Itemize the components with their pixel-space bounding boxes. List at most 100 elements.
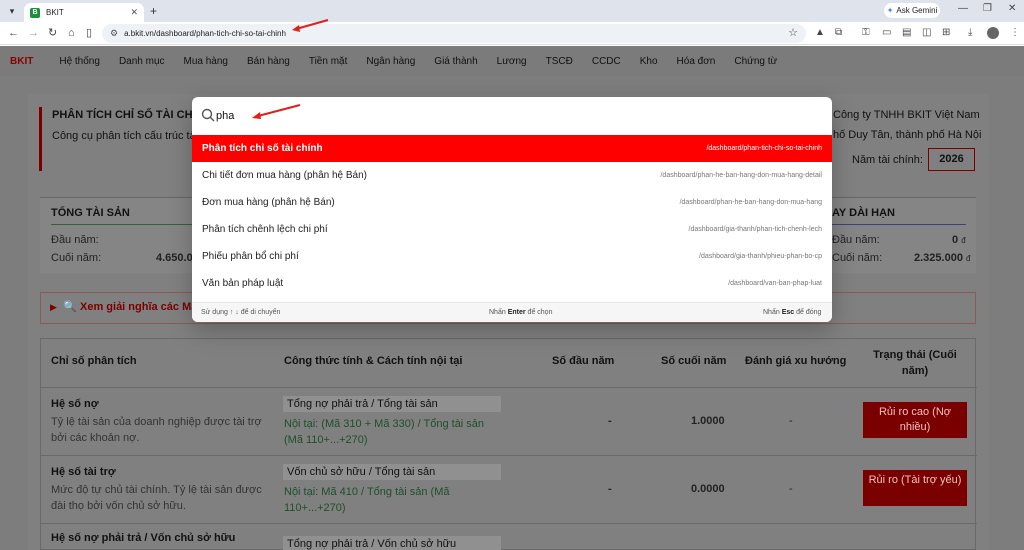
closing-value: 0.0000 (691, 483, 725, 495)
browser-tab-bar: ▾ B BKIT ✕ + ✦ Ask Gemini — ❐ ✕ (0, 0, 1024, 22)
esc-key: Esc (781, 309, 795, 316)
card-icon[interactable]: ▭ (882, 27, 891, 39)
reader-icon[interactable]: ▤ (902, 27, 911, 39)
palette-search-input[interactable] (216, 106, 816, 126)
nav-item-chung-tu[interactable]: Chứng từ (734, 56, 777, 67)
footer-esc-pre: Nhấn (763, 309, 780, 316)
home-icon[interactable]: ⌂ (68, 26, 75, 40)
currency-label: đ (961, 236, 966, 245)
result-label: Đơn mua hàng (phân hệ Bán) (202, 197, 335, 208)
header-accent-bar (39, 107, 42, 171)
nav-item-tien-mat[interactable]: Tiền mặt (309, 56, 348, 67)
restore-icon[interactable]: ❐ (983, 3, 992, 14)
palette-results-list: Phân tích chỉ số tài chính /dashboard/ph… (192, 135, 832, 297)
formula-text: Vốn chủ sở hữu / Tổng tài sản (283, 464, 501, 480)
closing-label: Cuối năm: (832, 252, 883, 264)
nav-item-ban-hang[interactable]: Bán hàng (247, 56, 290, 67)
fiscal-year-label: Năm tài chính: (852, 154, 923, 166)
formula-inner: Nội tại: (Mã 310 + Mã 330) / Tổng tài sả… (284, 418, 485, 446)
browser-menu-icon[interactable]: ⋮ (1010, 27, 1020, 39)
result-path: /dashboard/gia-thanh/phieu-phan-bo-cp (699, 253, 822, 260)
download-icon[interactable]: ⤓ (968, 27, 972, 39)
page-title: PHÂN TÍCH CHỈ SỐ TÀI CHÍ (52, 109, 196, 121)
currency-label: đ (966, 254, 971, 263)
result-label: Phiếu phân bổ chi phí (202, 251, 299, 262)
url-annotation-arrow-icon (292, 19, 329, 32)
palette-result-item[interactable]: Phiếu phân bổ chi phí /dashboard/gia-tha… (192, 243, 832, 270)
nav-item-ngan-hang[interactable]: Ngân hàng (366, 56, 415, 67)
nav-item-tscd[interactable]: TSCĐ (546, 56, 573, 67)
col-header-trend: Đánh giá xu hướng (745, 355, 847, 367)
bookmark-star-icon[interactable]: ☆ (788, 26, 798, 39)
ask-gemini-button[interactable]: ✦ Ask Gemini (884, 3, 940, 18)
new-tab-icon[interactable]: + (150, 4, 157, 18)
result-path: /dashboard/gia-thanh/phan-tich-chenh-lec… (688, 226, 822, 233)
sidebar-icon[interactable]: ▯ (86, 26, 92, 40)
opening-label: Đầu năm: (51, 234, 99, 246)
col-header-status: Trạng thái (Cuối năm) (873, 349, 957, 377)
fiscal-year-input[interactable]: 2026 (928, 148, 975, 171)
address-bar[interactable]: ⚙ a.bkit.vn/dashboard/phan-tich-chi-so-t… (102, 24, 806, 43)
extensions-puzzle-icon[interactable]: ⧉ (835, 27, 842, 39)
gemini-icon: ✦ (886, 6, 894, 15)
long-term-closing-number: 2.325.000 (914, 252, 963, 264)
ratio-name: Hệ số nợ (51, 398, 99, 410)
opening-value: - (608, 483, 612, 495)
col-header-formula: Công thức tính & Cách tính nội tại (284, 355, 463, 367)
close-window-icon[interactable]: ✕ (1008, 3, 1016, 14)
total-assets-title: TỔNG TÀI SẢN (51, 207, 130, 219)
result-label: Phân tích chênh lệch chi phí (202, 224, 328, 235)
nav-item-ccdc[interactable]: CCDC (592, 56, 621, 67)
palette-result-item[interactable]: Phân tích chỉ số tài chính /dashboard/ph… (192, 135, 832, 162)
nav-item-danh-muc[interactable]: Danh mục (119, 56, 165, 67)
nav-item-gia-thanh[interactable]: Giá thành (434, 56, 477, 67)
nav-item-hoa-don[interactable]: Hóa đơn (677, 56, 716, 67)
browser-tab[interactable]: B BKIT ✕ (24, 3, 144, 22)
nav-item-mua-hang[interactable]: Mua hàng (184, 56, 228, 67)
palette-result-item[interactable]: Đơn mua hàng (phân hệ Bán) /dashboard/ph… (192, 189, 832, 216)
ratio-description: Mức độ tự chủ tài chính. Tỷ lệ tài sản đ… (51, 484, 262, 512)
ratio-name: Hệ số tài trợ (51, 466, 116, 478)
table-row: Hệ số nợ phải trả / Vốn chủ sở hữu Tổng … (41, 523, 977, 550)
site-info-icon[interactable]: ⚙ (110, 28, 118, 39)
nav-item-kho[interactable]: Kho (640, 56, 658, 67)
ratio-description: Tỷ lệ tài sản của doanh nghiệp được tài … (51, 416, 262, 444)
total-assets-closing-value: 4.650.0 (156, 252, 193, 264)
nav-item-luong[interactable]: Lương (497, 56, 527, 67)
forward-icon[interactable]: → (28, 26, 39, 40)
palette-result-item[interactable]: Chi tiết đơn mua hàng (phân hệ Bán) /das… (192, 162, 832, 189)
ratio-table: Chỉ số phân tích Công thức tính & Cách t… (40, 338, 977, 550)
status-badge: Rủi ro (Tài trợ yếu) (863, 470, 967, 506)
back-icon[interactable]: ← (8, 26, 19, 40)
extension-icon[interactable]: ▲ (815, 27, 825, 39)
result-path: /dashboard/van-ban-phap-luat (728, 280, 822, 287)
translate-icon[interactable]: ⊞ (942, 27, 950, 39)
footer-navigate-hint: Sử dụng ↑ ↓ để di chuyển (201, 309, 281, 316)
app-nav-bar: BKIT Hệ thống Danh mục Mua hàng Bán hàng… (0, 46, 1024, 76)
palette-result-item[interactable]: Phân tích chênh lệch chi phí /dashboard/… (192, 216, 832, 243)
result-path: /dashboard/phan-tich-chi-so-tai-chinh (706, 145, 822, 152)
long-term-opening-value: 0 đ (952, 234, 966, 246)
footer-enter-pre: Nhấn (489, 309, 506, 316)
close-tab-icon[interactable]: ✕ (130, 7, 138, 18)
palette-result-item[interactable]: Văn bản pháp luật /dashboard/van-ban-pha… (192, 270, 832, 297)
enter-key: Enter (507, 309, 526, 316)
minimize-icon[interactable]: — (958, 3, 968, 14)
magnifier-icon: 🔍 (63, 301, 77, 313)
footer-esc-post: để đóng (796, 309, 822, 316)
profile-avatar[interactable] (987, 27, 999, 39)
split-icon[interactable]: ◫ (922, 27, 931, 39)
page-subtitle: Công cụ phân tích cấu trúc tà (52, 130, 196, 142)
palette-footer: Sử dụng ↑ ↓ để di chuyển Nhấn Enter để c… (192, 302, 832, 322)
long-term-opening-number: 0 (952, 234, 959, 246)
app-logo[interactable]: BKIT (10, 56, 33, 67)
tab-title: BKIT (46, 8, 64, 17)
status-badge: Rủi ro cao (Nợ nhiều) (863, 402, 967, 438)
nav-item-he-thong[interactable]: Hệ thống (59, 56, 100, 67)
browser-toolbar: ← → ↻ ⌂ ▯ ⚙ a.bkit.vn/dashboard/phan-tic… (0, 22, 1024, 45)
ratio-name: Hệ số nợ phải trả / Vốn chủ sở hữu (51, 532, 236, 544)
key-icon[interactable]: ⚿ (862, 27, 870, 39)
tab-search-chevron-icon[interactable]: ▾ (4, 4, 20, 18)
col-header-ratio: Chỉ số phân tích (51, 355, 137, 367)
reload-icon[interactable]: ↻ (48, 26, 57, 40)
